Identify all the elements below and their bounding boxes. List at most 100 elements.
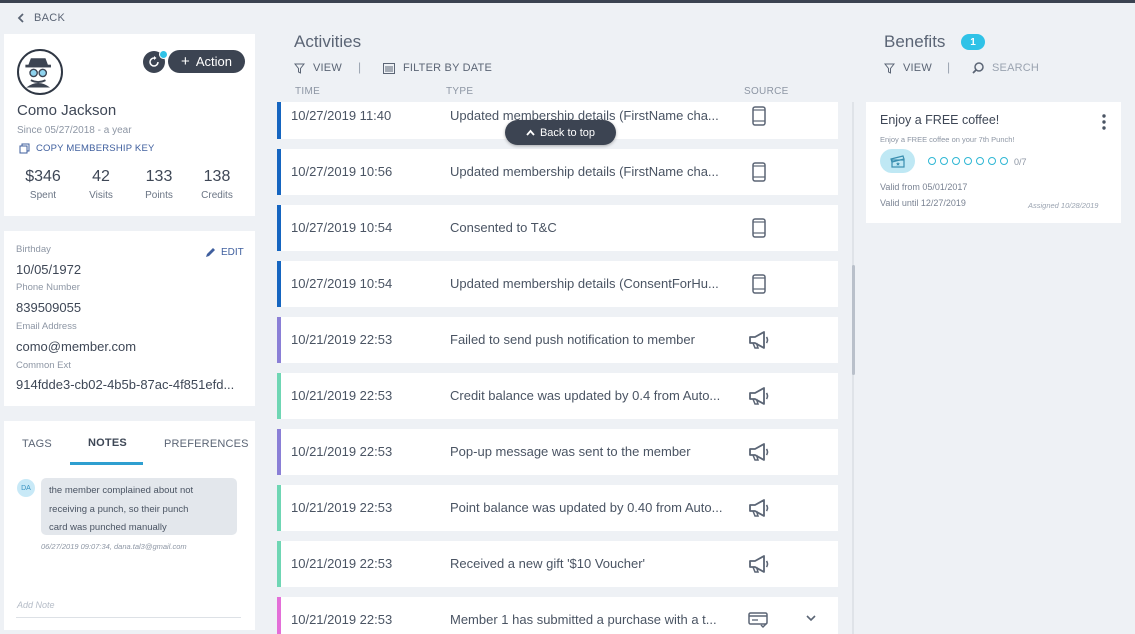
benefits-search-input[interactable]: SEARCH xyxy=(972,62,1039,74)
megaphone-icon xyxy=(747,328,771,352)
note-line: the member complained about not xyxy=(49,485,194,496)
note-line: receiving a punch, so their punch xyxy=(49,503,189,515)
receipt-icon xyxy=(747,608,771,632)
member-profile-card: + Action Como Jackson Since 05/27/2018 -… xyxy=(4,34,255,216)
toolbar-separator: | xyxy=(947,60,951,74)
punch-circle xyxy=(976,157,984,165)
activity-time: 10/27/2019 10:54 xyxy=(291,276,393,291)
activity-type: Point balance was updated by 0.40 from A… xyxy=(450,500,723,515)
avatar xyxy=(17,49,63,95)
filter-by-date-button[interactable]: FILTER BY DATE xyxy=(383,62,492,74)
birthday-label: Birthday xyxy=(16,244,51,255)
filter-icon xyxy=(884,63,895,74)
activity-row[interactable]: 10/21/2019 22:53 Point balance was update… xyxy=(277,485,838,531)
ticket-icon xyxy=(889,154,905,168)
activity-time: 10/21/2019 22:53 xyxy=(291,388,393,403)
punch-circle xyxy=(964,157,972,165)
activity-row[interactable]: 10/21/2019 22:53 Credit balance was updat… xyxy=(277,373,838,419)
back-to-top-button[interactable]: Back to top xyxy=(505,120,616,145)
notes-card: TAGS NOTES PREFERENCES DA the member com… xyxy=(4,421,255,630)
column-header-type: TYPE xyxy=(446,86,474,97)
phone-icon xyxy=(747,272,771,296)
notes-tabs: TAGS NOTES PREFERENCES xyxy=(4,435,255,465)
plus-icon: + xyxy=(181,53,190,70)
note-line: card was punched manually xyxy=(49,522,167,533)
back-button[interactable]: BACK xyxy=(16,12,65,24)
stat-points: 133 Points xyxy=(145,168,173,201)
activity-time: 10/21/2019 22:53 xyxy=(291,444,393,459)
tab-preferences[interactable]: PREFERENCES xyxy=(164,438,249,450)
scrollbar-thumb[interactable] xyxy=(852,265,855,375)
common-ext-value: 914fdde3-cb02-4b5b-87ac-4f851efd... xyxy=(16,377,235,392)
megaphone-icon xyxy=(747,552,771,576)
column-header-time: TIME xyxy=(295,86,321,97)
punch-circle xyxy=(988,157,996,165)
action-button[interactable]: + Action xyxy=(168,50,245,73)
copy-label: COPY MEMBERSHIP KEY xyxy=(36,143,155,154)
filter-icon xyxy=(294,63,305,74)
benefit-card[interactable]: Enjoy a FREE coffee! Enjoy a FREE coffee… xyxy=(866,102,1121,223)
activities-title: Activities xyxy=(294,32,362,51)
birthday-value: 10/05/1972 xyxy=(16,262,82,277)
tab-tags[interactable]: TAGS xyxy=(22,438,52,450)
activity-row[interactable]: 10/27/2019 10:54 Consented to T&C xyxy=(277,205,838,251)
more-vertical-icon[interactable] xyxy=(1098,113,1110,131)
edit-label: EDIT xyxy=(221,247,244,258)
view-label: VIEW xyxy=(903,62,932,74)
activity-row[interactable]: 10/21/2019 22:53 Failed to send push noti… xyxy=(277,317,838,363)
add-note-input[interactable]: Add Note xyxy=(17,600,55,610)
chevron-left-icon xyxy=(17,13,24,23)
benefit-subtitle: Enjoy a FREE coffee on your 7th Punch! xyxy=(880,135,1015,144)
benefits-count-badge: 1 xyxy=(961,34,985,50)
activity-time: 10/27/2019 10:54 xyxy=(291,220,393,235)
benefits-view-button[interactable]: VIEW xyxy=(884,62,932,74)
column-header-source: SOURCE xyxy=(744,86,789,97)
activity-row[interactable]: 10/27/2019 10:56 Updated membership detai… xyxy=(277,149,838,195)
copy-membership-key-button[interactable]: COPY MEMBERSHIP KEY xyxy=(19,143,155,154)
activity-type: Updated membership details (FirstName ch… xyxy=(450,164,719,179)
edit-button[interactable]: EDIT xyxy=(205,247,244,258)
search-icon xyxy=(972,62,984,74)
valid-from: Valid from 05/01/2017 xyxy=(880,182,968,192)
activity-time: 10/27/2019 11:40 xyxy=(291,108,392,123)
activity-row[interactable]: 10/27/2019 10:54 Updated membership detai… xyxy=(277,261,838,307)
activity-type: Credit balance was updated by 0.4 from A… xyxy=(450,388,721,403)
filter-by-date-label: FILTER BY DATE xyxy=(403,62,492,74)
action-label: Action xyxy=(195,54,232,69)
notification-dot xyxy=(159,50,168,59)
megaphone-icon xyxy=(747,496,771,520)
activity-type: Pop-up message was sent to the member xyxy=(450,444,691,459)
search-label: SEARCH xyxy=(992,62,1040,74)
email-label: Email Address xyxy=(16,321,77,332)
punch-circle xyxy=(1000,157,1008,165)
note-author-avatar: DA xyxy=(17,479,35,497)
activity-row[interactable]: 10/21/2019 22:53 Pop-up message was sent … xyxy=(277,429,838,475)
calendar-icon xyxy=(383,62,395,74)
view-label: VIEW xyxy=(313,62,342,74)
back-label: BACK xyxy=(34,12,66,24)
activity-row[interactable]: 10/21/2019 22:53 Received a new gift '$10… xyxy=(277,541,838,587)
tab-notes[interactable]: NOTES xyxy=(88,437,127,449)
stat-visits: 42 Visits xyxy=(89,168,113,201)
chevron-up-icon xyxy=(526,129,535,136)
active-tab-indicator xyxy=(70,462,143,465)
email-value: como@member.com xyxy=(16,339,137,354)
benefit-title: Enjoy a FREE coffee! xyxy=(880,113,1000,127)
back-to-top-label: Back to top xyxy=(539,126,596,139)
toolbar-separator: | xyxy=(358,60,362,74)
assigned-date: Assigned 10/28/2019 xyxy=(1028,201,1099,210)
activity-type: Consented to T&C xyxy=(450,220,557,235)
punch-count: 0/7 xyxy=(1014,157,1027,167)
activity-type: Received a new gift '$10 Voucher' xyxy=(450,556,646,571)
note-bubble: the member complained about not receivin… xyxy=(41,478,237,535)
phone-value: 839509055 xyxy=(16,300,82,315)
activity-type: Member 1 has submitted a purchase with a… xyxy=(450,612,717,627)
activity-time: 10/27/2019 10:56 xyxy=(291,164,393,179)
megaphone-icon xyxy=(747,384,771,408)
activity-row[interactable]: 10/21/2019 22:53 Member 1 has submitted a… xyxy=(277,597,838,634)
avatar-icon xyxy=(19,51,57,89)
refresh-icon xyxy=(149,56,159,67)
activities-view-button[interactable]: VIEW xyxy=(294,62,342,74)
activity-type: Failed to send push notification to memb… xyxy=(450,332,695,347)
chevron-down-icon[interactable] xyxy=(805,612,817,624)
